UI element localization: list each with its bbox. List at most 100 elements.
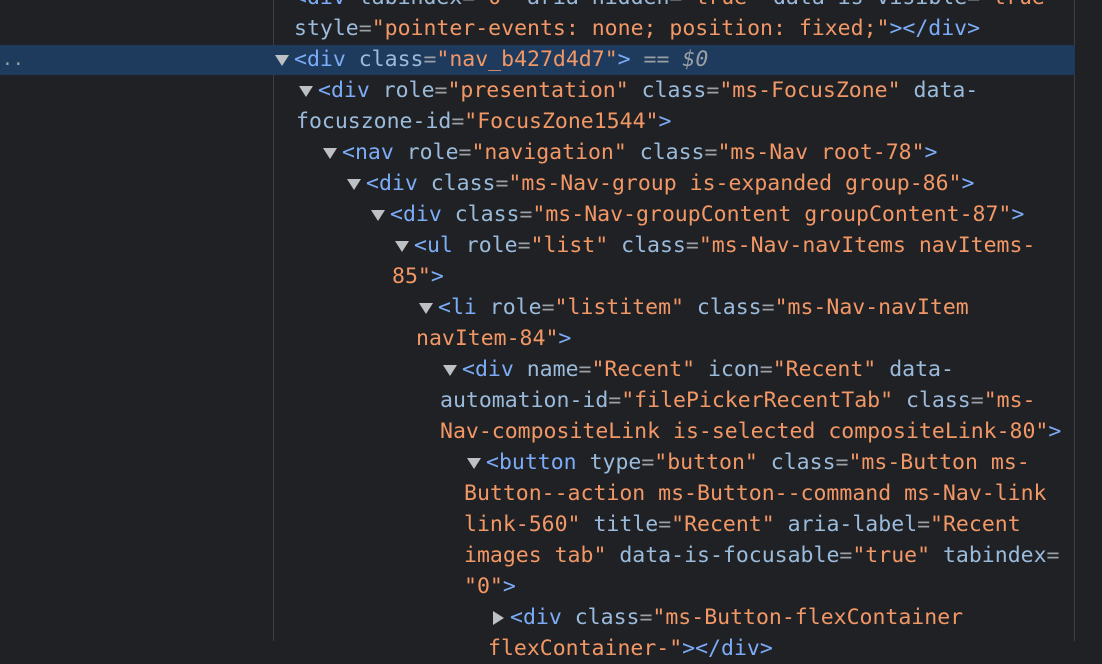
attr-name-token: class — [358, 47, 424, 72]
attr-name-token: role — [382, 78, 435, 103]
attr-value-token: link-560" — [464, 512, 594, 537]
attr-name-token: type — [589, 450, 642, 475]
dom-node-line[interactable]: automation-id="filePickerRecentTab" clas… — [440, 386, 1035, 416]
attr-value-token: "ms-Button ms- — [848, 450, 1030, 475]
collapse-triangle-icon[interactable] — [299, 86, 313, 97]
dom-node-line[interactable]: <div tabindex="0" aria-hidden="true" dat… — [294, 0, 1058, 13]
dom-node-line[interactable]: navItem-84"> — [416, 324, 571, 354]
attr-value-token: navItem-84" — [416, 326, 559, 351]
equals-token: = — [970, 388, 984, 413]
attr-value-token: "Recent — [930, 512, 1021, 537]
attr-value-token: "ms-Nav-navItems navItems- — [698, 233, 1036, 258]
dom-node-line[interactable]: flexContainer-"></div> — [488, 634, 773, 664]
equals-token: = — [495, 171, 509, 196]
attr-name-token: aria-hidden — [527, 0, 669, 10]
attr-value-token: "FocusZone1544" — [464, 109, 659, 134]
equals-token: = — [835, 450, 849, 475]
attr-value-token: flexContainer-" — [488, 636, 683, 661]
equals-token: = — [669, 0, 682, 10]
attr-value-token: "true" — [852, 543, 943, 568]
equals-token: = — [658, 512, 672, 537]
collapse-triangle-icon[interactable] — [371, 210, 385, 221]
attr-name-token: tabindex — [942, 543, 1047, 568]
tag-token: > — [502, 574, 516, 599]
equals-token: = — [434, 78, 448, 103]
collapse-triangle-icon[interactable] — [395, 241, 409, 252]
console-ref-token: == $0 — [630, 47, 709, 72]
attr-value-token: "nav_b427d4d7" — [436, 47, 618, 72]
attr-name-token: automation-id — [440, 388, 609, 413]
tag-token: > — [430, 264, 444, 289]
attr-name-token: name — [526, 357, 579, 382]
dom-node-line[interactable]: style="pointer-events: none; position: f… — [294, 14, 980, 44]
dom-node-line[interactable]: images tab" data-is-focusable="true" tab… — [464, 541, 1059, 571]
attr-name-token: icon — [707, 357, 760, 382]
attr-value-token: "presentation" — [447, 78, 642, 103]
dom-node-line[interactable]: <div class="ms-Nav-groupContent groupCon… — [390, 200, 1024, 230]
attr-value-token: "0" — [464, 574, 503, 599]
attr-name-token: role — [406, 140, 459, 165]
dom-node-line[interactable]: <button type="button" class="ms-Button m… — [486, 448, 1030, 478]
attr-value-token: "ms-Nav-group is-expanded group-86" — [508, 171, 962, 196]
attr-value-token: "ms-Nav root-78" — [717, 140, 925, 165]
attr-value-token: "true" — [980, 0, 1058, 10]
tag-token: <div — [294, 47, 359, 72]
dom-node-line[interactable]: Nav-compositeLink is-selected compositeL… — [440, 417, 1061, 447]
collapse-triangle-icon[interactable] — [323, 148, 337, 159]
dom-node-line[interactable]: <nav role="navigation" class="ms-Nav roo… — [342, 138, 938, 168]
dom-node-line[interactable]: <div class="ms-Nav-group is-expanded gro… — [366, 169, 974, 199]
collapse-triangle-icon[interactable] — [275, 55, 289, 66]
collapse-triangle-icon[interactable] — [443, 365, 457, 376]
attr-value-token: "ms-Nav-navItem — [774, 295, 969, 320]
equals-token: = — [541, 295, 555, 320]
dom-node-line[interactable]: <div class="ms-Button-flexContainer — [510, 603, 963, 633]
equals-token: = — [839, 543, 853, 568]
equals-token: = — [759, 357, 773, 382]
attr-value-token: "Recent" — [772, 357, 890, 382]
dom-node-line[interactable]: focuszone-id="FocusZone1544"> — [296, 107, 671, 137]
equals-token: = — [358, 16, 372, 41]
dom-node-line[interactable]: link-560" title="Recent" aria-label="Rec… — [464, 510, 1021, 540]
dom-node-line[interactable]: <div name="Recent" icon="Recent" data- — [462, 355, 954, 385]
equals-token: = — [423, 47, 437, 72]
attr-name-token: class — [641, 78, 707, 103]
collapse-triangle-icon[interactable] — [419, 303, 433, 314]
tag-token: > — [1011, 202, 1025, 227]
attr-name-token: role — [489, 295, 542, 320]
equals-token: = — [967, 0, 980, 10]
attr-name-token: style — [294, 16, 359, 41]
attr-value-token: "true" — [682, 0, 773, 10]
expand-triangle-icon[interactable] — [493, 611, 504, 625]
tag-token: > — [658, 109, 672, 134]
equals-token: = — [685, 233, 699, 258]
dom-node-line[interactable]: Button--action ms-Button--command ms-Nav… — [464, 479, 1046, 509]
tag-token: > — [617, 47, 631, 72]
dom-node-line[interactable]: 85"> — [392, 262, 444, 292]
attr-value-token: "navigation" — [471, 140, 640, 165]
tag-token: > — [1048, 419, 1062, 444]
dom-node-line[interactable]: <li role="listitem" class="ms-Nav-navIte… — [438, 293, 969, 323]
dom-node-line[interactable]: <div role="presentation" class="ms-Focus… — [318, 76, 978, 106]
ellipsis-icon[interactable]: .. — [2, 45, 24, 75]
attr-name-token: title — [593, 512, 659, 537]
dom-node-line[interactable]: <ul role="list" class="ms-Nav-navItems n… — [414, 231, 1035, 261]
tag-token: <ul — [414, 233, 466, 258]
attr-name-token: data- — [889, 357, 954, 382]
tag-token: <div — [366, 171, 431, 196]
equals-token: = — [639, 605, 653, 630]
attr-value-token: "list" — [530, 233, 622, 258]
collapse-triangle-icon[interactable] — [347, 179, 361, 190]
collapse-triangle-icon[interactable] — [467, 458, 481, 469]
attr-name-token: data- — [913, 78, 979, 103]
scrollbar-divider — [1074, 0, 1075, 641]
dom-node-line[interactable]: <div class="nav_b427d4d7"> == $0 — [294, 45, 708, 75]
equals-token: = — [704, 140, 718, 165]
equals-token: = — [451, 109, 465, 134]
tag-token: <div — [462, 357, 527, 382]
tag-token: > — [558, 326, 572, 351]
attr-name-token: class — [454, 202, 520, 227]
tag-token: > — [924, 140, 938, 165]
tag-token: <li — [438, 295, 490, 320]
dom-node-line[interactable]: "0"> — [464, 572, 516, 602]
attr-value-token: Button--action ms-Button--command ms-Nav… — [464, 481, 1047, 506]
